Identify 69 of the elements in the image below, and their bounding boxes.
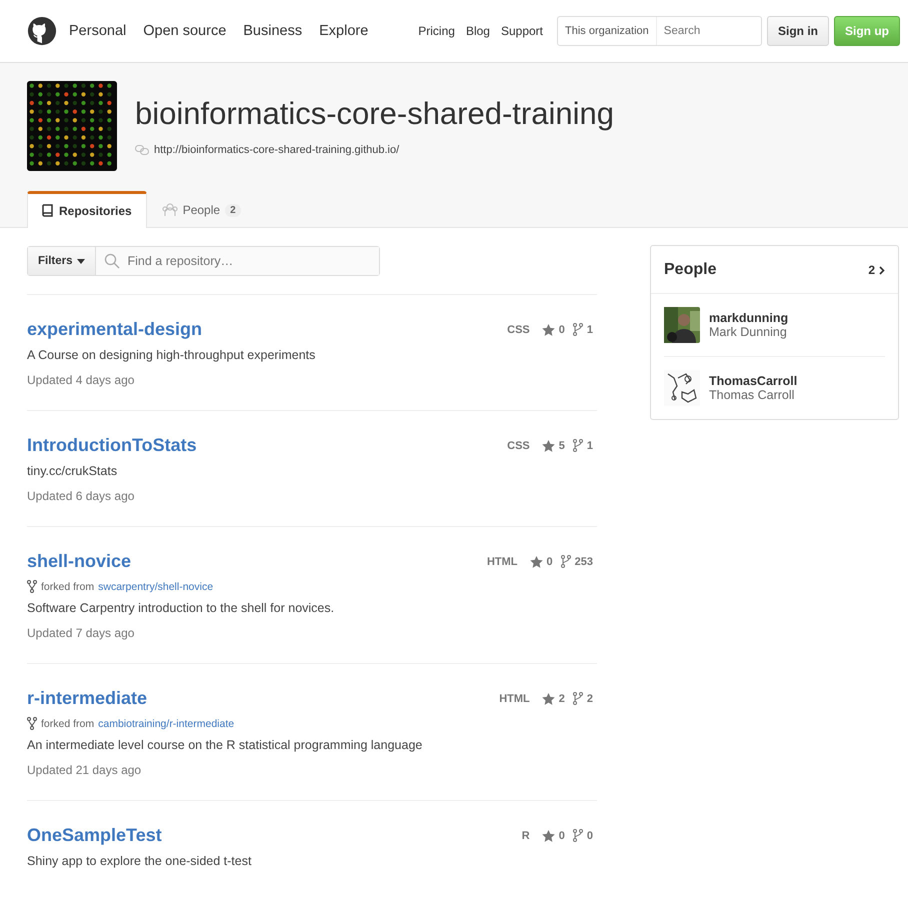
fork-count[interactable]: 2: [586, 692, 593, 704]
star-icon: [542, 440, 555, 452]
organization-url-link[interactable]: http://bioinformatics-core-shared-training.github.io/: [154, 144, 400, 156]
star-icon: [542, 324, 555, 336]
tab[interactable]: Repositories: [27, 191, 147, 228]
repository-description: tiny.cc/crukStats: [27, 464, 118, 478]
star-count[interactable]: 2: [558, 692, 565, 704]
fork-count[interactable]: 0: [586, 830, 593, 842]
github-logo-icon[interactable]: [27, 16, 57, 46]
updated-time: Updated 7 days ago: [27, 626, 136, 640]
book-icon: [42, 204, 54, 218]
repository-name-link[interactable]: experimental-design: [27, 319, 202, 340]
fork-icon: [572, 323, 583, 336]
repository-name-link[interactable]: shell-novice: [27, 551, 132, 572]
forked-from-label: forked from: [41, 718, 94, 730]
member-full-name: Mark Dunning: [709, 325, 788, 339]
star-icon: [530, 556, 543, 568]
repository-description: Shiny app to explore the one-sided t-test: [27, 854, 252, 868]
star-count[interactable]: 5: [558, 440, 565, 452]
chevron-right-icon: [879, 266, 885, 274]
sign-in-button[interactable]: Sign in: [767, 16, 829, 46]
fork-icon: [572, 692, 583, 705]
member-username-link[interactable]: ThomasCarroll: [709, 374, 798, 388]
tab[interactable]: People 2: [146, 191, 256, 228]
source-repository-link[interactable]: cambiotraining/r-intermediate: [98, 718, 234, 730]
language-label: CSS: [507, 440, 530, 452]
nav-link[interactable]: Pricing: [418, 24, 455, 38]
nav-link[interactable]: Blog: [466, 24, 490, 38]
repository-name-link[interactable]: OneSampleTest: [27, 825, 162, 846]
nav-link[interactable]: Support: [500, 24, 543, 38]
repository-description: Software Carpentry introduction to the shell for novices.: [27, 601, 336, 615]
forked-from-label: forked from: [41, 580, 94, 592]
search-field[interactable]: This organization Search: [557, 16, 762, 46]
star-count[interactable]: 0: [546, 556, 553, 568]
nav-link[interactable]: Business: [243, 23, 302, 39]
nav-link[interactable]: Personal: [69, 23, 126, 39]
link-icon: [135, 145, 149, 155]
fork-icon: [27, 580, 37, 593]
fork-count[interactable]: 1: [586, 324, 593, 336]
nav-link[interactable]: Open source: [143, 23, 226, 39]
fork-count[interactable]: 1: [586, 440, 593, 452]
fork-icon: [27, 717, 37, 730]
updated-time: Updated 6 days ago: [27, 489, 136, 503]
people-icon: [162, 203, 178, 217]
member-full-name: Thomas Carroll: [709, 388, 796, 402]
updated-time: Updated 4 days ago: [27, 373, 136, 387]
fork-icon: [572, 829, 583, 842]
language-label: CSS: [507, 324, 530, 336]
organization-name: bioinformatics-core-shared-training: [135, 96, 614, 132]
fork-icon: [560, 555, 571, 568]
fork-icon: [572, 439, 583, 452]
people-count-link[interactable]: 2: [868, 263, 885, 277]
star-icon: [542, 692, 555, 704]
star-icon: [542, 830, 555, 842]
repository-description: An intermediate level course on the R statistical programming language: [27, 738, 424, 752]
nav-link[interactable]: Explore: [319, 23, 368, 39]
fork-count[interactable]: 253: [574, 556, 593, 568]
language-label: R: [522, 830, 530, 842]
star-count[interactable]: 0: [558, 830, 565, 842]
repository-name-link[interactable]: r-intermediate: [27, 688, 148, 709]
updated-time: Updated 21 days ago: [27, 763, 142, 777]
star-count[interactable]: 0: [558, 324, 565, 336]
repository-description: A Course on designing high-throughput experiments: [27, 348, 316, 362]
language-label: HTML: [486, 556, 518, 568]
source-repository-link[interactable]: swcarpentry/shell-novice: [98, 580, 214, 592]
member-username-link[interactable]: markdunning: [709, 311, 788, 325]
repository-name-link[interactable]: IntroductionToStats: [27, 435, 197, 456]
language-label: HTML: [499, 692, 530, 704]
panel-title: People: [664, 261, 716, 279]
